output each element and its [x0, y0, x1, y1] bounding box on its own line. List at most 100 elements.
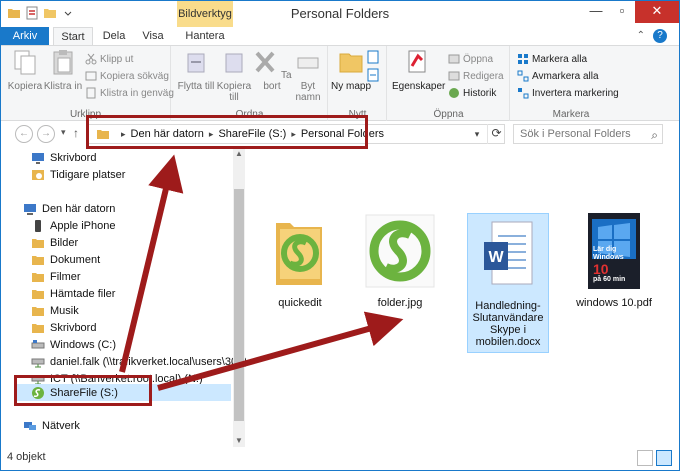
file-name: windows 10.pdf [576, 297, 652, 309]
folder-icon [264, 211, 336, 291]
help-icon[interactable]: ? [653, 29, 667, 43]
nav-item-this-pc[interactable]: Den här datorn [23, 200, 115, 217]
downloads-folder-icon [32, 289, 44, 299]
collapse-ribbon-icon[interactable]: ⌃ [637, 30, 645, 41]
sharefile-highlight-box [14, 375, 152, 406]
group-new: Ny mapp Nytt [329, 46, 387, 121]
easy-access-icon[interactable] [367, 68, 383, 82]
videos-folder-icon [32, 272, 44, 282]
refresh-button[interactable]: ⟳ [487, 124, 505, 144]
file-item-windows10-pdf[interactable]: Lär dig Windows 10 på 60 min windows 10.… [572, 211, 656, 309]
phone-icon [35, 219, 41, 232]
item-count: 4 objekt [7, 451, 46, 463]
nav-item-label: Skrivbord [50, 151, 97, 164]
nav-item-desktop-folder[interactable]: Skrivbord [31, 319, 96, 336]
cut-button[interactable]: Klipp ut [85, 51, 133, 67]
details-view-button[interactable] [637, 450, 653, 466]
nav-item-apple-iphone[interactable]: Apple iPhone [31, 217, 115, 234]
back-button[interactable]: ← [15, 125, 33, 143]
edit-icon [448, 71, 460, 81]
forward-button[interactable]: → [37, 125, 55, 143]
file-name: quickedit [278, 297, 322, 309]
up-button[interactable]: ↑ [73, 126, 79, 140]
invert-selection-button[interactable]: Invertera markering [517, 85, 619, 101]
qat-dropdown-icon[interactable] [61, 6, 75, 20]
delete-button[interactable]: Ta bort [252, 48, 292, 92]
nav-item-recent-places[interactable]: Tidigare platser [31, 166, 125, 183]
copy-to-button[interactable]: Kopiera till [214, 48, 254, 103]
copy-path-button[interactable]: Kopiera sökväg [85, 68, 169, 84]
group-label-open: Öppna [433, 109, 464, 120]
nav-item-desktop[interactable]: Skrivbord [31, 149, 96, 166]
folder-small-icon[interactable] [7, 6, 21, 20]
move-to-button[interactable]: Flytta till [176, 48, 216, 92]
network-icon [24, 421, 36, 430]
nav-item-music[interactable]: Musik [31, 302, 79, 319]
select-none-button[interactable]: Avmarkera alla [517, 68, 599, 84]
copy-button[interactable]: Kopiera [5, 48, 45, 92]
nav-item-downloads[interactable]: Hämtade filer [31, 285, 115, 302]
navigation-scrollbar[interactable]: ▲ ▼ [233, 147, 245, 447]
properties-button[interactable]: Egenskaper [392, 48, 446, 92]
address-highlight-box [86, 115, 368, 149]
group-select: Markera alla Avmarkera alla Invertera ma… [511, 46, 631, 121]
scroll-down-icon[interactable]: ▼ [233, 436, 245, 445]
paste-shortcut-label: Klistra in genväg [100, 87, 174, 99]
move-to-label: Flytta till [177, 81, 215, 92]
nav-item-documents[interactable]: Dokument [31, 251, 100, 268]
properties-large-icon [408, 50, 426, 73]
pictures-folder-icon [32, 238, 44, 248]
rename-label: Byt namn [295, 81, 321, 103]
paste-button[interactable]: Klistra in [43, 48, 83, 92]
copy-to-icon [225, 53, 243, 73]
window-title: Personal Folders [290, 6, 390, 21]
history-button[interactable]: Historik [448, 85, 496, 101]
select-all-label: Markera alla [532, 53, 588, 65]
tab-file[interactable]: Arkiv [1, 27, 49, 45]
recent-locations-icon[interactable]: ▾ [61, 127, 66, 138]
properties-icon[interactable] [25, 6, 39, 20]
large-icons-view-button[interactable] [656, 450, 672, 466]
scrollbar-thumb[interactable] [234, 189, 244, 421]
group-organize: Flytta till Kopiera till Ta bort Byt nam… [172, 46, 328, 121]
search-input[interactable]: Sök i Personal Folders ⌕ [513, 124, 663, 144]
maximize-button[interactable]: ▫ [609, 1, 635, 23]
cut-label: Klipp ut [100, 53, 134, 65]
search-placeholder: Sök i Personal Folders [520, 128, 631, 140]
tab-view[interactable]: Visa [135, 27, 171, 45]
new-item-icon[interactable] [367, 50, 383, 64]
svg-text:W: W [488, 249, 504, 266]
nav-item-label: Musik [50, 304, 79, 317]
edit-label: Redigera [463, 70, 504, 82]
nav-item-pictures[interactable]: Bilder [31, 234, 78, 251]
address-dropdown-icon[interactable]: ▾ [468, 124, 486, 144]
scroll-up-icon[interactable]: ▲ [233, 149, 245, 158]
nav-item-network[interactable]: Nätverk [23, 417, 80, 434]
close-button[interactable]: ✕ [635, 1, 679, 23]
properties-label: Egenskaper [392, 81, 446, 92]
nav-item-windows-c[interactable]: Windows (C:) [31, 336, 116, 353]
edit-button[interactable]: Redigera [448, 68, 504, 84]
tab-manage[interactable]: Hantera [179, 27, 231, 45]
tab-share[interactable]: Dela [97, 27, 131, 45]
open-button[interactable]: Öppna [448, 51, 493, 67]
rename-button[interactable]: Byt namn [288, 48, 328, 103]
tab-home[interactable]: Start [53, 27, 93, 45]
pdf-cover-line: Lär dig [593, 246, 617, 253]
minimize-button[interactable]: — [583, 1, 609, 23]
new-folder-button[interactable]: Ny mapp [331, 48, 371, 92]
pdf-cover-line: på 60 min [593, 276, 626, 283]
nav-item-daniel-falk-drive[interactable]: daniel.falk (\\trafikverket.local\users\… [31, 353, 246, 370]
file-item-folder-jpg[interactable]: folder.jpg [358, 211, 442, 309]
new-folder-small-icon[interactable] [43, 6, 57, 20]
recent-places-icon [32, 169, 44, 180]
paste-shortcut-button[interactable]: Klistra in genväg [85, 85, 174, 101]
invert-selection-label: Invertera markering [532, 87, 619, 99]
nav-item-label: Apple iPhone [50, 219, 116, 232]
quick-access-toolbar [7, 6, 75, 20]
nav-item-label: Filmer [50, 270, 81, 283]
select-all-button[interactable]: Markera alla [517, 51, 587, 67]
nav-item-videos[interactable]: Filmer [31, 268, 81, 285]
file-item-quickedit[interactable]: quickedit [258, 211, 342, 309]
file-item-handledning-docx[interactable]: W Handledning-Slutanvändare Skype i mobi… [467, 213, 549, 353]
